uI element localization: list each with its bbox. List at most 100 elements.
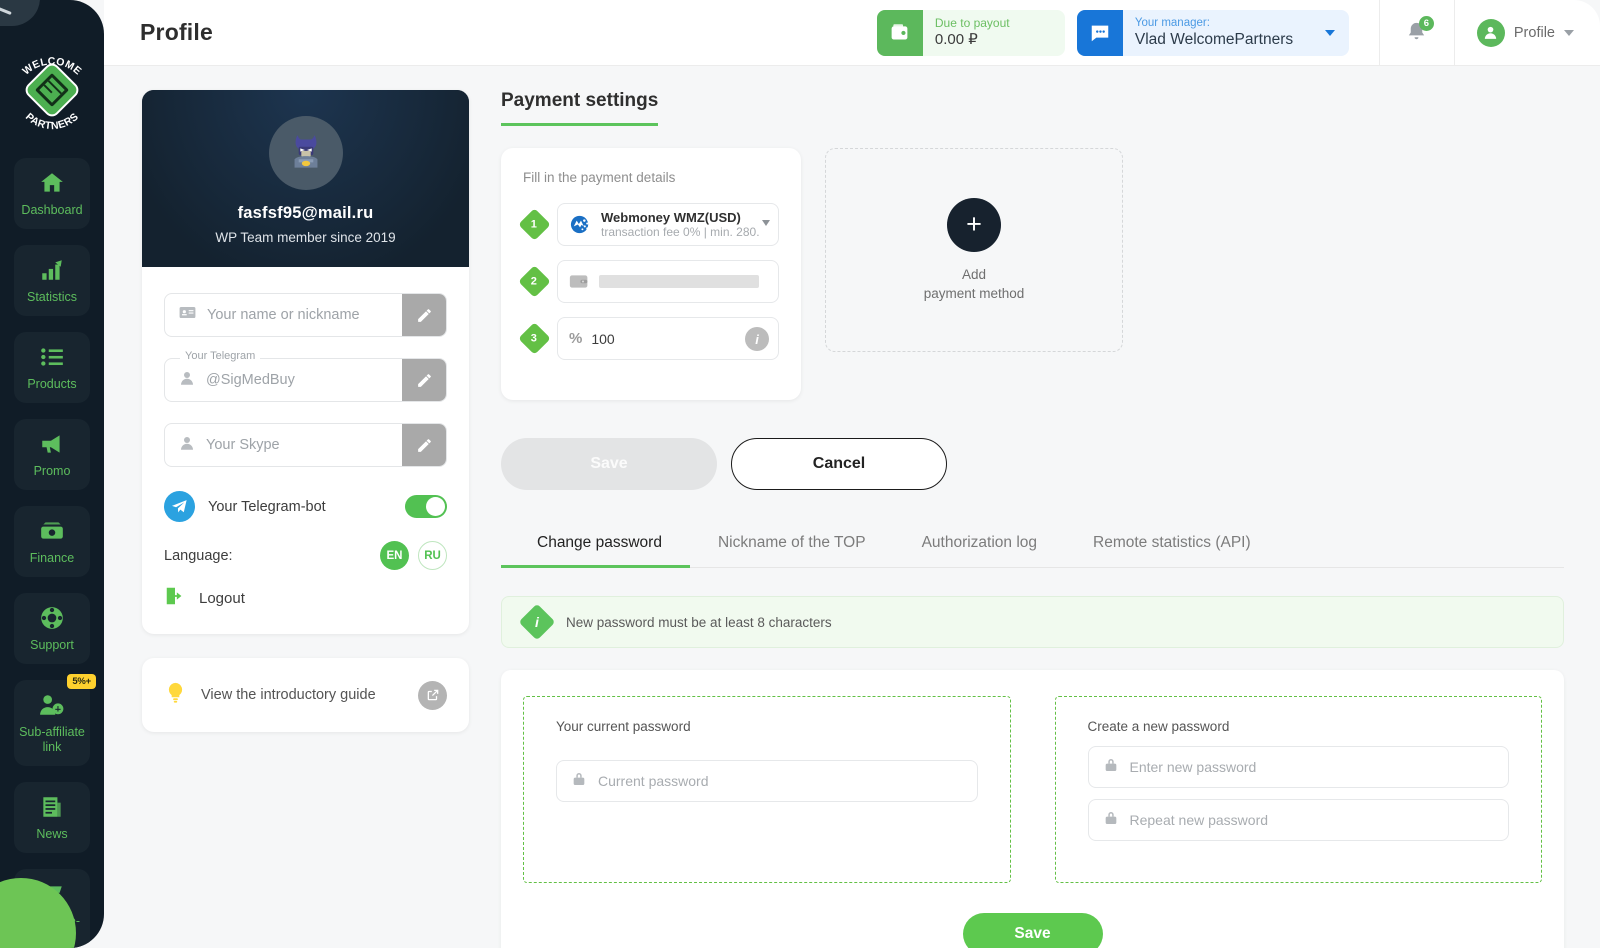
current-password-legend: Your current password bbox=[556, 719, 691, 734]
step-number: 2 bbox=[531, 275, 538, 288]
bar-chart-icon bbox=[42, 260, 62, 280]
skype-input[interactable] bbox=[206, 437, 402, 453]
chevron-down-icon[interactable] bbox=[762, 220, 770, 226]
step-number: 3 bbox=[531, 332, 538, 345]
plus-icon: + bbox=[947, 197, 1001, 252]
name-input[interactable] bbox=[207, 307, 402, 323]
change-password-card: Your current password Create a new passw… bbox=[501, 670, 1564, 948]
sidebar-item-finance[interactable]: Finance bbox=[14, 506, 90, 577]
brand-logo[interactable]: WELCOME PARTNERS bbox=[9, 44, 95, 136]
sidebar-item-label: News bbox=[36, 827, 68, 841]
info-icon[interactable]: i bbox=[745, 327, 769, 351]
user-avatar-icon bbox=[1476, 18, 1505, 47]
password-save-button[interactable]: Save bbox=[962, 913, 1103, 948]
money-icon bbox=[41, 522, 63, 539]
telegram-input[interactable] bbox=[206, 372, 402, 388]
wallet-masked-value bbox=[599, 275, 759, 288]
telegram-bot-toggle[interactable] bbox=[405, 495, 447, 518]
batman-avatar-icon bbox=[268, 116, 343, 190]
id-card-icon bbox=[178, 303, 197, 327]
sub-affiliate-badge: 5%+ bbox=[67, 674, 96, 689]
home-icon bbox=[41, 173, 63, 192]
manager-chip[interactable]: Your manager: Vlad WelcomePartners bbox=[1076, 9, 1349, 56]
sidebar-item-support[interactable]: Support bbox=[14, 593, 90, 664]
profile-email: fasfsf95@mail.ru bbox=[237, 204, 374, 222]
payment-method-line: 1 Webmoney WMZ(USD) transaction fee 0% |… bbox=[518, 203, 779, 246]
introductory-guide-card[interactable]: View the introductory guide bbox=[142, 658, 469, 732]
add-payment-method-label: Add payment method bbox=[924, 265, 1025, 303]
chevron-down-icon[interactable] bbox=[1564, 29, 1574, 36]
sidebar-item-statistics[interactable]: Statistics bbox=[14, 245, 90, 316]
due-to-payout-text: Due to payout 0.00 ₽ bbox=[923, 16, 1026, 49]
sidebar-collapse-notch[interactable] bbox=[0, 0, 40, 26]
step-badge-1: 1 bbox=[518, 208, 551, 241]
sidebar-item-dashboard[interactable]: Dashboard bbox=[14, 158, 90, 229]
edit-telegram-button[interactable] bbox=[402, 359, 446, 401]
chevron-down-icon[interactable] bbox=[1324, 29, 1335, 36]
logout-button[interactable]: Logout bbox=[164, 585, 447, 612]
current-password-input[interactable] bbox=[598, 773, 963, 789]
current-password-field[interactable] bbox=[556, 760, 978, 802]
tab-nickname-of-the-top[interactable]: Nickname of the TOP bbox=[690, 534, 894, 567]
profile-menu-button[interactable]: Profile bbox=[1455, 0, 1600, 66]
skype-field-box[interactable] bbox=[164, 423, 447, 467]
due-to-payout-chip[interactable]: Due to payout 0.00 ₽ bbox=[876, 9, 1065, 56]
name-field-box[interactable] bbox=[164, 293, 447, 337]
language-option-ru[interactable]: RU bbox=[418, 541, 447, 570]
percent-field[interactable]: % 100 i bbox=[557, 317, 779, 360]
due-to-payout-value: 0.00 ₽ bbox=[934, 31, 978, 48]
password-columns: Your current password Create a new passw… bbox=[523, 696, 1542, 883]
user-icon bbox=[178, 369, 196, 392]
payment-method-select[interactable]: Webmoney WMZ(USD) transaction fee 0% | m… bbox=[557, 203, 779, 246]
payment-save-button[interactable]: Save bbox=[501, 438, 717, 490]
repeat-password-input[interactable] bbox=[1129, 812, 1494, 828]
external-link-icon[interactable] bbox=[418, 680, 447, 710]
sidebar-item-products[interactable]: Products bbox=[14, 332, 90, 403]
create-password-legend: Create a new password bbox=[1087, 719, 1230, 734]
tab-remote-statistics-api[interactable]: Remote statistics (API) bbox=[1065, 534, 1279, 567]
edit-skype-button[interactable] bbox=[402, 424, 446, 466]
tab-change-password[interactable]: Change password bbox=[501, 534, 690, 568]
lifebuoy-icon bbox=[41, 607, 63, 629]
new-password-box: Create a new password bbox=[1054, 696, 1542, 883]
left-column: fasfsf95@mail.ru WP Team member since 20… bbox=[142, 90, 469, 948]
sidebar-item-news[interactable]: News bbox=[14, 782, 90, 853]
main-area: Profile Due to payout 0.00 ₽ Your manage… bbox=[104, 0, 1600, 948]
new-password-field[interactable] bbox=[1087, 746, 1509, 788]
percent-line: 3 % 100 i bbox=[518, 317, 779, 360]
content-area: fasfsf95@mail.ru WP Team member since 20… bbox=[104, 66, 1600, 948]
language-row: Language: EN RU bbox=[164, 541, 447, 570]
info-icon: i bbox=[518, 603, 556, 641]
profile-fields: Your Telegram bbox=[142, 267, 469, 634]
sidebar-item-label: Promo bbox=[33, 464, 71, 478]
payment-methods-row: Fill in the payment details 1 Webmoney W… bbox=[501, 148, 1564, 400]
field-row-skype bbox=[164, 423, 447, 467]
telegram-icon bbox=[164, 491, 195, 522]
repeat-password-field[interactable] bbox=[1087, 799, 1509, 841]
telegram-field-box[interactable] bbox=[164, 358, 447, 402]
add-payment-method-card[interactable]: + Add payment method bbox=[825, 148, 1123, 352]
payment-settings-section: Payment settings bbox=[501, 90, 1564, 148]
lightbulb-icon bbox=[164, 681, 187, 709]
chat-icon bbox=[1076, 9, 1123, 56]
edit-name-button[interactable] bbox=[402, 294, 446, 336]
sidebar-item-sub-affiliate-link[interactable]: 5%+ Sub-affiliate link bbox=[14, 674, 96, 766]
sidebar-item-promo[interactable]: Promo bbox=[14, 419, 90, 490]
new-password-input[interactable] bbox=[1129, 759, 1494, 775]
payment-method-name: Webmoney WMZ(USD) bbox=[601, 209, 741, 225]
lock-icon bbox=[571, 771, 587, 792]
tab-authorization-log[interactable]: Authorization log bbox=[894, 534, 1065, 567]
language-label: Language: bbox=[164, 547, 233, 564]
notifications-button[interactable]: 6 bbox=[1378, 0, 1455, 66]
wallet-field[interactable] bbox=[557, 260, 779, 303]
manager-name: Vlad WelcomePartners bbox=[1134, 31, 1294, 48]
manager-label: Your manager: bbox=[1134, 17, 1210, 29]
webmoney-icon bbox=[570, 215, 589, 234]
password-notice: i New password must be at least 8 charac… bbox=[501, 596, 1564, 648]
list-icon bbox=[41, 348, 63, 366]
language-option-en[interactable]: EN bbox=[380, 541, 409, 570]
payment-cancel-button[interactable]: Cancel bbox=[731, 438, 947, 490]
newspaper-icon bbox=[43, 797, 61, 817]
payment-details-card: Fill in the payment details 1 Webmoney W… bbox=[501, 148, 801, 400]
wallet-line: 2 bbox=[518, 260, 779, 303]
